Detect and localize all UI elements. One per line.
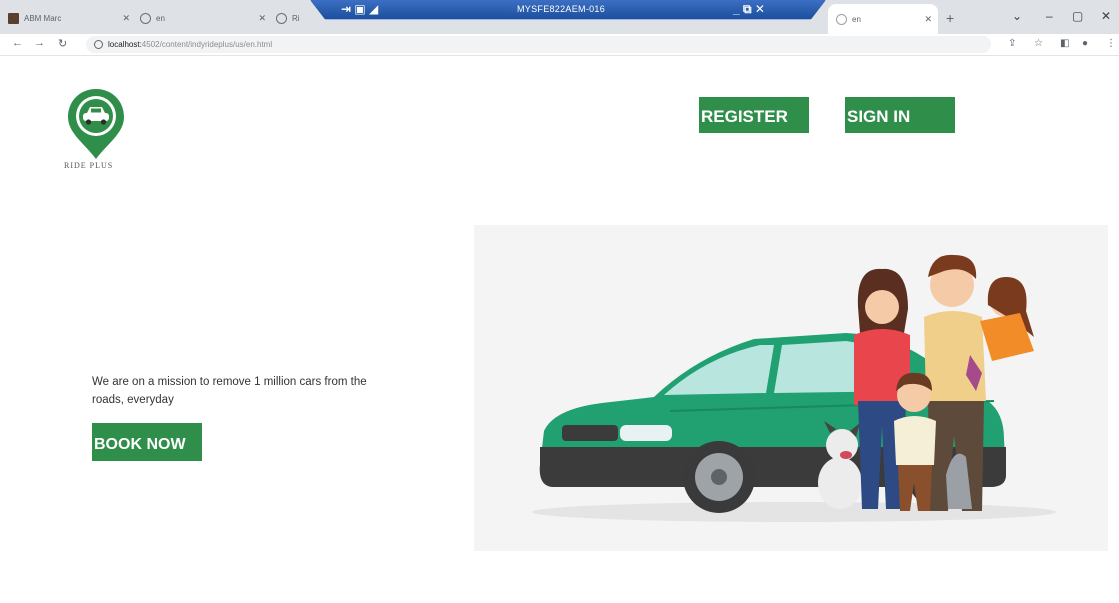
tab-favicon-icon bbox=[276, 12, 287, 24]
sidebar-icon[interactable]: ◧ bbox=[1060, 38, 1069, 49]
hero-tagline: We are on a mission to remove 1 million … bbox=[92, 376, 367, 406]
url-path: 4502/content/indyrideplus/us/en.html bbox=[141, 40, 273, 49]
restore-icon[interactable]: ▢ bbox=[1072, 9, 1083, 23]
family-car-illustration bbox=[532, 254, 1056, 522]
tab-label: Ri bbox=[292, 13, 300, 23]
tab-favicon-icon bbox=[140, 12, 151, 24]
signin-button[interactable]: SIGN IN bbox=[845, 97, 955, 133]
close-window-icon[interactable]: ✕ bbox=[1101, 9, 1111, 23]
book-now-button[interactable]: BOOK NOW bbox=[92, 423, 202, 461]
back-icon[interactable]: ← bbox=[12, 37, 23, 49]
pin-lock-signal-icon[interactable]: ⇥ ▣ ◢ bbox=[341, 2, 378, 16]
remote-session-bar: ⇥ ▣ ◢ MYSFE822AEM-016 _ ⧉ ✕ bbox=[310, 0, 826, 20]
tab-label: ABM Marc bbox=[24, 13, 62, 23]
info-icon[interactable] bbox=[94, 40, 103, 49]
tab-close-icon[interactable]: ✕ bbox=[258, 13, 266, 24]
tab-search-icon[interactable]: ⌄ bbox=[1012, 9, 1022, 23]
browser-toolbar: ← → ↻ localhost: 4502/content/indyrideplu… bbox=[0, 34, 1119, 56]
tab-ri[interactable]: Ri bbox=[276, 6, 320, 30]
new-tab-icon[interactable]: + bbox=[946, 10, 954, 26]
remote-window-controls-icon[interactable]: _ ⧉ ✕ bbox=[733, 2, 765, 17]
share-icon[interactable]: ⇪ bbox=[1008, 38, 1016, 49]
tab-en-active[interactable]: en ✕ bbox=[828, 4, 938, 34]
brand-name: RIDE PLUS bbox=[64, 161, 114, 170]
reload-icon[interactable]: ↻ bbox=[58, 37, 67, 50]
tab-close-icon[interactable]: ✕ bbox=[122, 13, 130, 24]
tab-label: en bbox=[156, 13, 165, 23]
page-content: RIDE PLUS REGISTER SIGN IN We are on a m… bbox=[0, 57, 1119, 603]
hero-illustration bbox=[474, 225, 1108, 551]
forward-icon[interactable]: → bbox=[34, 37, 45, 49]
url-host: localhost: bbox=[108, 40, 142, 49]
tab-label: en bbox=[852, 14, 861, 24]
tab-favicon-icon bbox=[8, 12, 19, 24]
tab-strip: ABM Marc ✕ en ✕ Ri ⇥ ▣ ◢ MYSFE822AEM-016… bbox=[0, 0, 1119, 34]
tab-close-icon[interactable]: ✕ bbox=[924, 14, 932, 25]
remote-session-title: MYSFE822AEM-016 bbox=[517, 4, 606, 14]
address-bar[interactable]: localhost: 4502/content/indyrideplus/us/e… bbox=[86, 36, 991, 53]
star-icon[interactable]: ☆ bbox=[1034, 38, 1043, 49]
tab-favicon-icon bbox=[836, 13, 847, 25]
browser-window: ABM Marc ✕ en ✕ Ri ⇥ ▣ ◢ MYSFE822AEM-016… bbox=[0, 0, 1119, 603]
register-button[interactable]: REGISTER bbox=[699, 97, 809, 133]
minimize-icon[interactable]: – bbox=[1046, 9, 1053, 23]
menu-icon[interactable]: ⋮ bbox=[1106, 38, 1116, 49]
tab-abm[interactable]: ABM Marc ✕ bbox=[8, 6, 136, 30]
profile-icon[interactable]: ● bbox=[1082, 38, 1088, 49]
tab-en[interactable]: en ✕ bbox=[140, 6, 272, 30]
